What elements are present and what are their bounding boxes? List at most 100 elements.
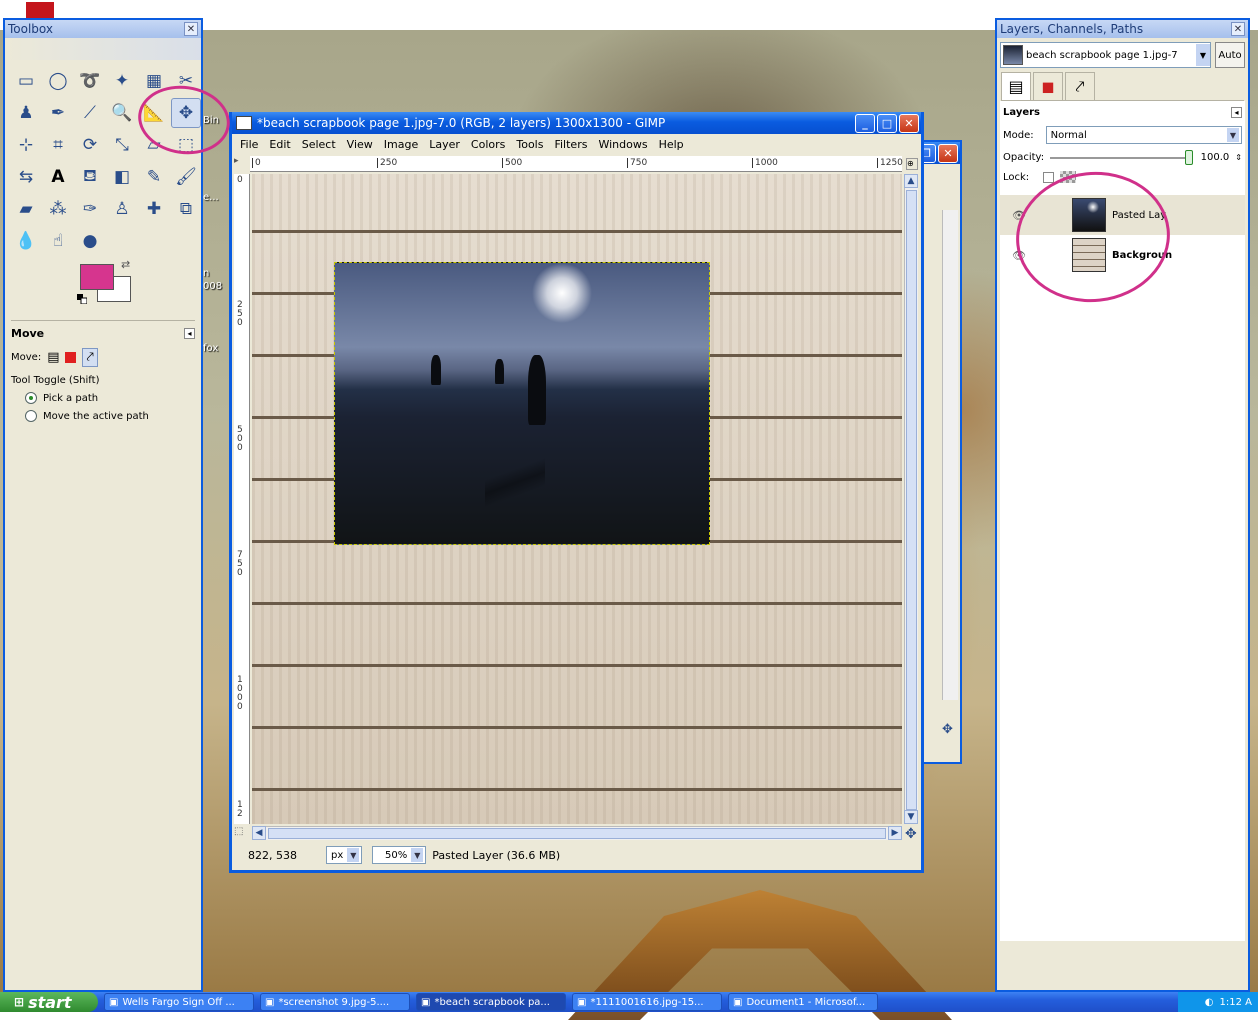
unit-select[interactable]: px ▼: [326, 846, 363, 864]
fuzzy-select-icon[interactable]: ✦: [107, 66, 137, 96]
bucket-fill-icon[interactable]: ⛾: [75, 162, 105, 192]
quick-mask-icon[interactable]: ⬚: [234, 826, 243, 837]
color-picker-icon[interactable]: ⟋: [75, 98, 105, 128]
align-icon[interactable]: ⊹: [11, 130, 41, 160]
scroll-up-icon[interactable]: ▲: [904, 174, 918, 188]
clone-icon[interactable]: ♙: [107, 194, 137, 224]
text-icon[interactable]: A: [43, 162, 73, 192]
move-path-mode-icon[interactable]: ⤤: [82, 348, 98, 367]
taskbar-item[interactable]: ▣ *screenshot 9.jpg-5....: [260, 993, 410, 1011]
close-icon[interactable]: ✕: [1231, 22, 1245, 36]
opacity-value[interactable]: 100.0: [1195, 152, 1230, 163]
mode-select[interactable]: Normal ▼: [1045, 126, 1242, 144]
auto-button[interactable]: Auto: [1215, 42, 1245, 68]
zoom-fit-icon[interactable]: ⊕: [906, 158, 918, 170]
scroll-down-icon[interactable]: ▼: [904, 810, 918, 824]
horizontal-scroll-thumb[interactable]: [268, 828, 886, 839]
airbrush-icon[interactable]: ⁂: [43, 194, 73, 224]
free-select-icon[interactable]: ➰: [75, 66, 105, 96]
vertical-scroll-thumb[interactable]: [906, 190, 917, 810]
heal-icon[interactable]: ✚: [139, 194, 169, 224]
maximize-icon[interactable]: □: [877, 113, 897, 133]
taskbar-item[interactable]: ▣ *1111001616.jpg-15...: [572, 993, 722, 1011]
rotate-icon[interactable]: ⟳: [75, 130, 105, 160]
paths-icon[interactable]: ✒: [43, 98, 73, 128]
opacity-slider-handle[interactable]: [1185, 149, 1194, 165]
zoom-icon[interactable]: 🔍: [107, 98, 137, 128]
close-icon[interactable]: ✕: [938, 143, 958, 163]
menu-tools[interactable]: Tools: [512, 138, 550, 151]
image-window-title-bar[interactable]: *beach scrapbook page 1.jpg-7.0 (RGB, 2 …: [232, 112, 921, 134]
navigate-icon[interactable]: ✥: [905, 826, 917, 842]
perspective-clone-icon[interactable]: ⧉: [171, 194, 201, 224]
swap-colors-icon[interactable]: ⇄: [121, 258, 130, 271]
minimize-icon[interactable]: _: [855, 113, 875, 133]
blur-icon[interactable]: 💧: [11, 226, 41, 256]
start-button[interactable]: ⊞ start: [0, 992, 98, 1012]
toolbox-title-bar[interactable]: Toolbox ✕: [5, 20, 201, 38]
crop-icon[interactable]: ⌗: [43, 130, 73, 160]
horizontal-scrollbar[interactable]: ◀ ▶: [252, 826, 902, 840]
layers-dock-title-bar[interactable]: Layers, Channels, Paths ✕: [997, 20, 1248, 38]
desktop-pdf-icon[interactable]: [26, 2, 54, 18]
menu-windows[interactable]: Windows: [594, 138, 654, 151]
opacity-slider[interactable]: [1050, 149, 1194, 165]
menu-edit[interactable]: Edit: [265, 138, 297, 151]
vertical-scrollbar[interactable]: ▲ ▼: [904, 174, 918, 824]
ruler-tick-label: 750: [627, 158, 647, 168]
flip-icon[interactable]: ⇆: [11, 162, 41, 192]
tab-channels-icon[interactable]: ◼: [1033, 72, 1063, 100]
tray-icon[interactable]: ◐: [1205, 997, 1214, 1008]
paintbrush-icon[interactable]: 🖌: [171, 162, 201, 192]
radio-pick-path[interactable]: [25, 392, 37, 404]
dodge-burn-icon[interactable]: ●: [75, 226, 105, 256]
ellipse-select-icon[interactable]: ◯: [43, 66, 73, 96]
taskbar-item[interactable]: ▣ Wells Fargo Sign Off ...: [104, 993, 254, 1011]
taskbar-item[interactable]: ▣ Document1 - Microsof...: [728, 993, 878, 1011]
foreground-color-swatch[interactable]: [80, 264, 114, 290]
menu-select[interactable]: Select: [298, 138, 343, 151]
smudge-icon[interactable]: ☝: [43, 226, 73, 256]
menu-view[interactable]: View: [343, 138, 380, 151]
menu-help[interactable]: Help: [655, 138, 691, 151]
tab-paths-icon[interactable]: ⤤: [1065, 72, 1095, 100]
ink-icon[interactable]: ✑: [75, 194, 105, 224]
zoom-select[interactable]: 50% ▼: [372, 846, 427, 864]
image-canvas[interactable]: [252, 174, 902, 824]
tool-toggle-label: Tool Toggle (Shift): [11, 375, 100, 386]
vertical-ruler[interactable]: 0 250 500 750 1000 12: [234, 174, 250, 824]
close-icon[interactable]: ✕: [899, 113, 919, 133]
move-selection-mode-icon[interactable]: [65, 352, 77, 363]
menu-layer[interactable]: Layer: [425, 138, 467, 151]
scroll-left-icon[interactable]: ◀: [252, 826, 266, 840]
foreground-select-icon[interactable]: ♟: [11, 98, 41, 128]
menu-colors[interactable]: Colors: [467, 138, 512, 151]
eraser-icon[interactable]: ▰: [11, 194, 41, 224]
pencil-icon[interactable]: ✎: [139, 162, 169, 192]
reset-colors-icon[interactable]: [77, 294, 87, 304]
menu-file[interactable]: File: [236, 138, 265, 151]
move-layer-mode-icon[interactable]: ▤: [47, 350, 59, 365]
scroll-right-icon[interactable]: ▶: [888, 826, 902, 840]
ruler-corner-icon[interactable]: ▸: [234, 156, 248, 170]
navigate-icon[interactable]: ✥: [942, 722, 953, 737]
pasted-layer-photo[interactable]: [334, 262, 710, 545]
back-vertical-scrollbar[interactable]: [942, 210, 958, 700]
close-icon[interactable]: ✕: [184, 22, 198, 36]
pick-path-option[interactable]: Pick a path: [25, 392, 195, 404]
menu-filters[interactable]: Filters: [550, 138, 594, 151]
tab-layers-icon[interactable]: ▤: [1001, 72, 1031, 100]
menu-image[interactable]: Image: [380, 138, 425, 151]
radio-move-active-path[interactable]: [25, 410, 37, 422]
scale-icon[interactable]: ⤡: [107, 130, 137, 160]
lock-alpha-checkbox[interactable]: [1043, 171, 1055, 183]
panel-menu-icon[interactable]: ◂: [1231, 107, 1242, 118]
blend-icon[interactable]: ◧: [107, 162, 137, 192]
spin-icon[interactable]: ⇕: [1235, 153, 1242, 162]
move-active-path-option[interactable]: Move the active path: [25, 410, 195, 422]
rect-select-icon[interactable]: ▭: [11, 66, 41, 96]
taskbar-item[interactable]: ▣ *beach scrapbook pa...: [416, 993, 566, 1011]
image-menu-select[interactable]: beach scrapbook page 1.jpg-7 ▼: [1000, 42, 1211, 68]
tool-options-menu-icon[interactable]: ◂: [184, 328, 195, 339]
horizontal-ruler[interactable]: 0 250 500 750 1000 1250: [250, 156, 903, 172]
